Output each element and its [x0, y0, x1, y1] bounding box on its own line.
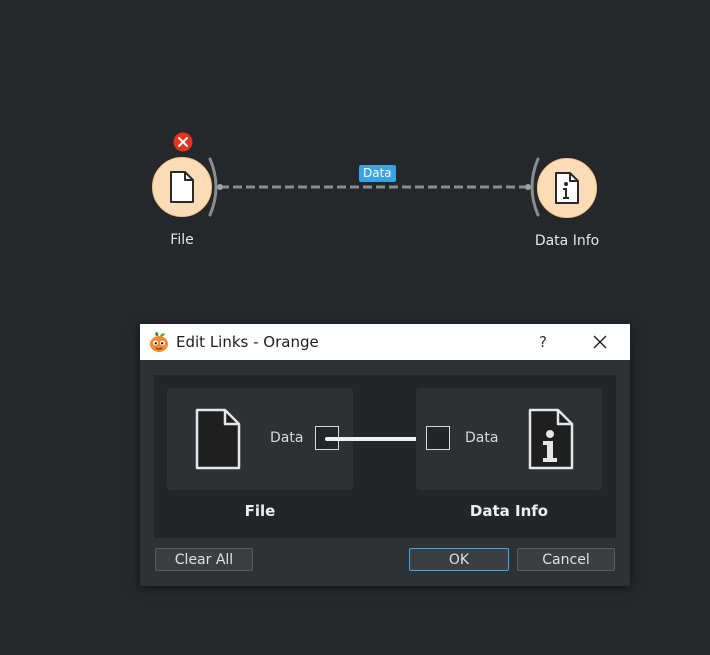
source-node-title: File	[244, 502, 276, 520]
file-icon	[195, 408, 241, 470]
info-icon	[555, 172, 579, 204]
file-icon	[170, 171, 194, 203]
node-file-circle[interactable]	[152, 157, 212, 217]
edit-links-dialog: Edit Links - Orange ? Data Data File Dat…	[140, 324, 630, 586]
sink-node-title: Data Info	[469, 502, 549, 520]
workflow-canvas[interactable]: Data File Data Info	[0, 0, 710, 320]
close-icon	[593, 335, 607, 349]
node-data-info-circle[interactable]	[537, 158, 597, 218]
file-output-anchor-arc[interactable]	[206, 156, 226, 218]
node-data-info[interactable]	[537, 158, 597, 218]
sink-input-anchor[interactable]	[426, 426, 450, 450]
clear-all-button[interactable]: Clear All	[155, 548, 253, 571]
error-badge-icon	[173, 132, 193, 152]
dialog-titlebar[interactable]: Edit Links - Orange ?	[140, 324, 630, 360]
help-button[interactable]: ?	[533, 324, 553, 360]
source-channel-label: Data	[270, 430, 304, 446]
ok-button[interactable]: OK	[409, 548, 509, 571]
node-data-info-label: Data Info	[534, 233, 600, 249]
info-icon	[528, 408, 574, 470]
links-editor-panel: Data Data File Data Info	[154, 375, 616, 538]
node-file-label: File	[170, 232, 194, 248]
close-button[interactable]	[585, 324, 615, 360]
dialog-title: Edit Links - Orange	[176, 333, 319, 351]
link-label: Data	[359, 165, 396, 182]
node-file[interactable]	[152, 157, 212, 217]
sink-node-box: Data	[416, 388, 602, 490]
orange-logo-icon	[150, 332, 168, 352]
cancel-button[interactable]: Cancel	[517, 548, 615, 571]
sink-channel-label: Data	[465, 430, 499, 446]
